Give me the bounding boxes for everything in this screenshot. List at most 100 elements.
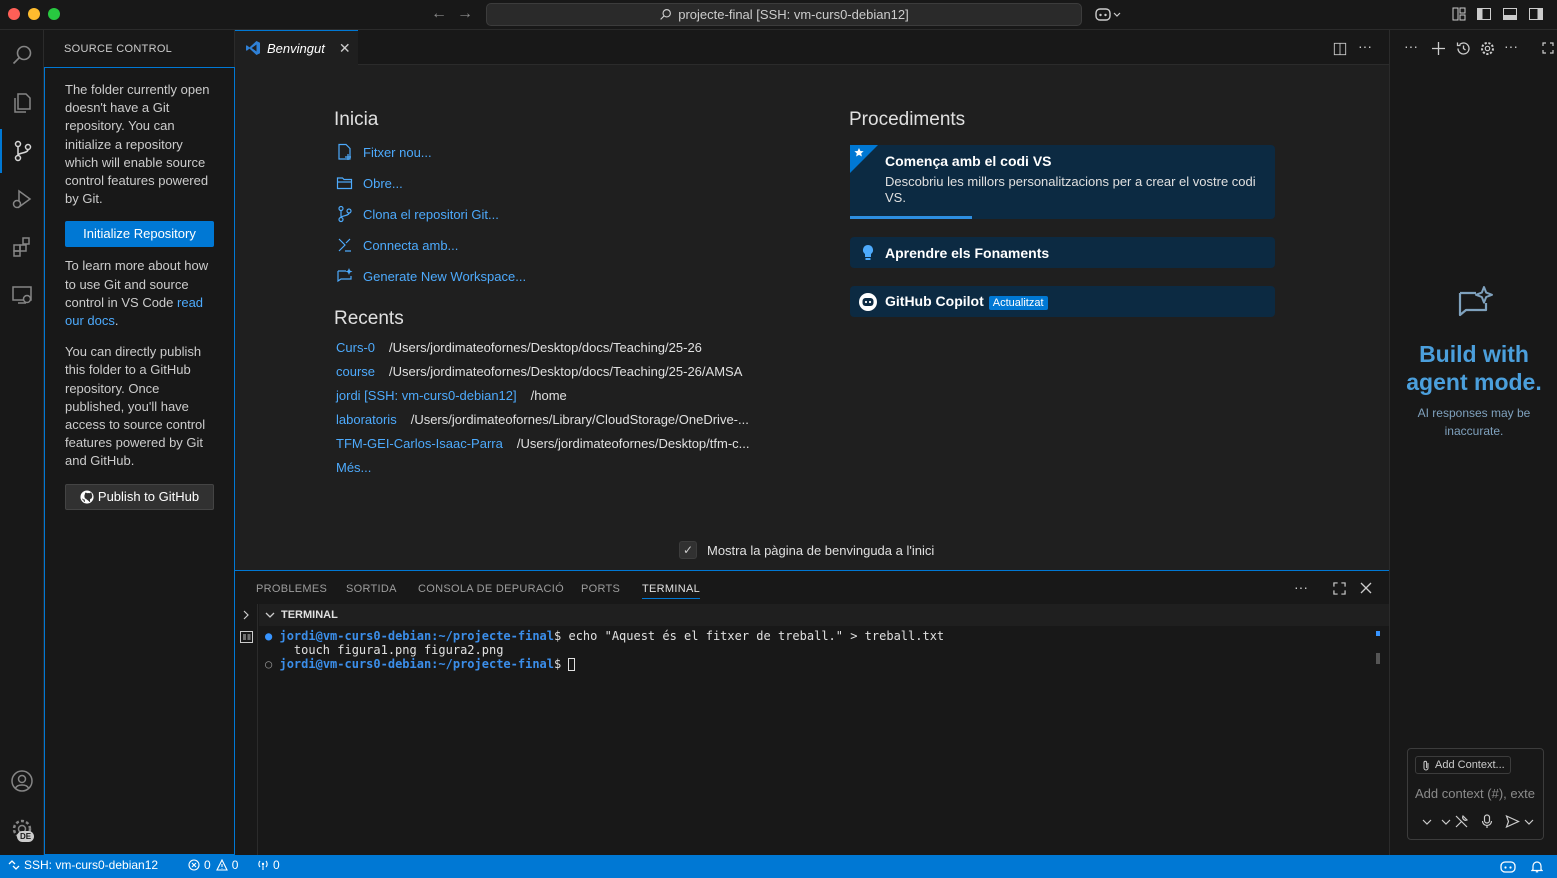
activity-explorer[interactable]: [0, 81, 44, 125]
add-context-button[interactable]: Add Context...: [1415, 756, 1511, 774]
show-welcome-toggle[interactable]: ✓ Mostra la pàgina de benvinguda a l'ini…: [679, 541, 934, 559]
copilot-status-icon[interactable]: [1500, 860, 1516, 873]
tools-icon[interactable]: [1454, 814, 1469, 829]
search-icon: [12, 45, 32, 65]
connect-to-link[interactable]: Connecta amb...: [336, 236, 458, 254]
close-panel-icon[interactable]: [1360, 582, 1372, 594]
search-icon: [660, 9, 672, 20]
tab-welcome[interactable]: Benvingut ✕: [235, 30, 358, 65]
close-window-button[interactable]: [8, 8, 20, 20]
tab-output[interactable]: SORTIDA: [346, 583, 397, 595]
customize-layout-icon[interactable]: [1451, 6, 1467, 22]
send-icon[interactable]: [1505, 814, 1520, 829]
terminal-scrollbar[interactable]: [1376, 653, 1380, 664]
recent-name[interactable]: course: [336, 364, 375, 379]
walkthrough-fundamentals[interactable]: Aprendre els Fonaments: [850, 237, 1275, 268]
publish-to-github-button[interactable]: Publish to GitHub: [65, 483, 214, 510]
recent-item[interactable]: Curs-0/Users/jordimateofornes/Desktop/do…: [336, 340, 702, 355]
remote-indicator[interactable]: SSH: vm-curs0-debian12: [8, 858, 158, 872]
show-welcome-checkbox[interactable]: ✓: [679, 541, 697, 559]
activity-manage[interactable]: [0, 807, 44, 851]
more-actions-icon[interactable]: ···: [1358, 38, 1372, 54]
tab-ports[interactable]: PORTS: [581, 583, 620, 595]
tab-debug-console[interactable]: CONSOLA DE DEPURACIÓ: [418, 583, 564, 595]
activity-accounts[interactable]: [0, 759, 44, 803]
add-context-label: Add Context...: [1435, 759, 1505, 771]
maximize-window-button[interactable]: [48, 8, 60, 20]
toggle-sidebar-icon[interactable]: [1476, 6, 1492, 22]
generate-workspace-link[interactable]: Generate New Workspace...: [336, 267, 526, 285]
terminal-section-header[interactable]: TERMINAL: [259, 604, 1389, 626]
forward-arrow-icon[interactable]: →: [457, 5, 473, 23]
recent-path: /Users/jordimateofornes/Desktop/docs/Tea…: [389, 364, 743, 379]
new-file-link[interactable]: Fitxer nou...: [336, 143, 432, 161]
chat-input-box[interactable]: Add Context... Add context (#), exte: [1407, 748, 1544, 840]
recent-item[interactable]: laboratoris/Users/jordimateofornes/Libra…: [336, 412, 749, 427]
ports-indicator[interactable]: 0: [257, 858, 280, 872]
prompt: jordi@vm-curs0-debian:~/projecte-final: [279, 657, 555, 671]
terminal-output[interactable]: ● jordi@vm-curs0-debian:~/projecte-final…: [265, 629, 944, 671]
bell-icon[interactable]: [1531, 860, 1543, 873]
copilot-title: GitHub Copilot: [885, 293, 984, 309]
sidebar-title: SOURCE CONTROL: [64, 43, 173, 55]
activity-source-control[interactable]: [0, 129, 44, 173]
terminal-list-icon[interactable]: [240, 631, 253, 643]
walkthrough-get-started[interactable]: Comença amb el codi VS Descobriu les mil…: [850, 145, 1275, 219]
recent-name[interactable]: jordi [SSH: vm-curs0-debian12]: [336, 388, 517, 403]
recent-item[interactable]: course/Users/jordimateofornes/Desktop/do…: [336, 364, 742, 379]
remote-label: SSH: vm-curs0-debian12: [24, 858, 159, 872]
activity-run-debug[interactable]: [0, 177, 44, 221]
paperclip-icon: [1423, 760, 1429, 770]
recent-path: /Users/jordimateofornes/Desktop/tfm-c...: [516, 436, 750, 451]
microphone-icon[interactable]: [1481, 814, 1493, 829]
maximize-chat-icon[interactable]: [1542, 42, 1554, 54]
recent-path: /Users/jordimateofornes/Library/CloudSto…: [410, 412, 749, 427]
toggle-panel-icon[interactable]: [1502, 6, 1518, 22]
extensions-icon: [13, 237, 30, 257]
activity-search[interactable]: [0, 33, 44, 77]
remote-icon: [8, 860, 20, 870]
gear-icon[interactable]: [1480, 41, 1495, 56]
welcome-page: Inicia Fitxer nou... Obre... Clona el re…: [235, 65, 1389, 570]
minimize-window-button[interactable]: [28, 8, 40, 20]
panel-more-icon[interactable]: ···: [1294, 579, 1308, 595]
connect-to-label: Connecta amb...: [363, 237, 459, 253]
new-chat-icon[interactable]: [1432, 42, 1445, 55]
copilot-icon[interactable]: [1095, 6, 1125, 22]
history-icon[interactable]: [1456, 41, 1471, 56]
chevron-down-icon[interactable]: [1441, 817, 1451, 827]
more-label[interactable]: Més...: [336, 460, 371, 475]
initialize-repository-button[interactable]: Initialize Repository: [65, 221, 214, 248]
command-center[interactable]: projecte-final [SSH: vm-curs0-debian12]: [486, 3, 1082, 26]
problems-indicator[interactable]: 0 0: [188, 858, 238, 872]
chat-actions-icon[interactable]: ···: [1504, 38, 1518, 54]
maximize-panel-icon[interactable]: [1333, 582, 1346, 595]
open-link[interactable]: Obre...: [336, 174, 403, 192]
agent-sparkle-icon: [1458, 286, 1493, 317]
toggle-secondary-sidebar-icon[interactable]: [1528, 6, 1544, 22]
tab-terminal[interactable]: TERMINAL: [642, 583, 701, 599]
terminal-scrollbar-marker: [1376, 631, 1380, 636]
close-tab-icon[interactable]: ✕: [339, 40, 351, 57]
split-editor-icon[interactable]: [1333, 42, 1347, 56]
recent-name[interactable]: laboratoris: [336, 412, 397, 427]
activity-extensions[interactable]: [0, 225, 44, 269]
chevron-down-icon[interactable]: [1422, 817, 1432, 827]
recent-item[interactable]: TFM-GEI-Carlos-Isaac-Parra/Users/jordima…: [336, 436, 750, 451]
chevron-down-icon[interactable]: [1524, 817, 1534, 827]
files-icon: [14, 93, 31, 113]
recent-name[interactable]: Curs-0: [336, 340, 375, 355]
chevron-right-icon[interactable]: [242, 610, 251, 620]
tab-problems[interactable]: PROBLEMES: [256, 583, 327, 595]
back-arrow-icon[interactable]: ←: [431, 5, 447, 23]
ports-count: 0: [273, 858, 280, 872]
clone-git-link[interactable]: Clona el repositori Git...: [336, 205, 499, 223]
activity-remote-explorer[interactable]: [0, 273, 44, 317]
recent-item[interactable]: jordi [SSH: vm-curs0-debian12] /home: [336, 388, 567, 403]
tab-label: Benvingut: [267, 40, 325, 56]
chat-more-icon[interactable]: ···: [1404, 38, 1418, 54]
walkthrough-copilot[interactable]: GitHub Copilot Actualitzat: [850, 286, 1275, 317]
more-recents-link[interactable]: Més...: [336, 460, 385, 475]
recent-name[interactable]: TFM-GEI-Carlos-Isaac-Parra: [336, 436, 503, 451]
chat-input-placeholder[interactable]: Add context (#), exte: [1415, 786, 1535, 801]
